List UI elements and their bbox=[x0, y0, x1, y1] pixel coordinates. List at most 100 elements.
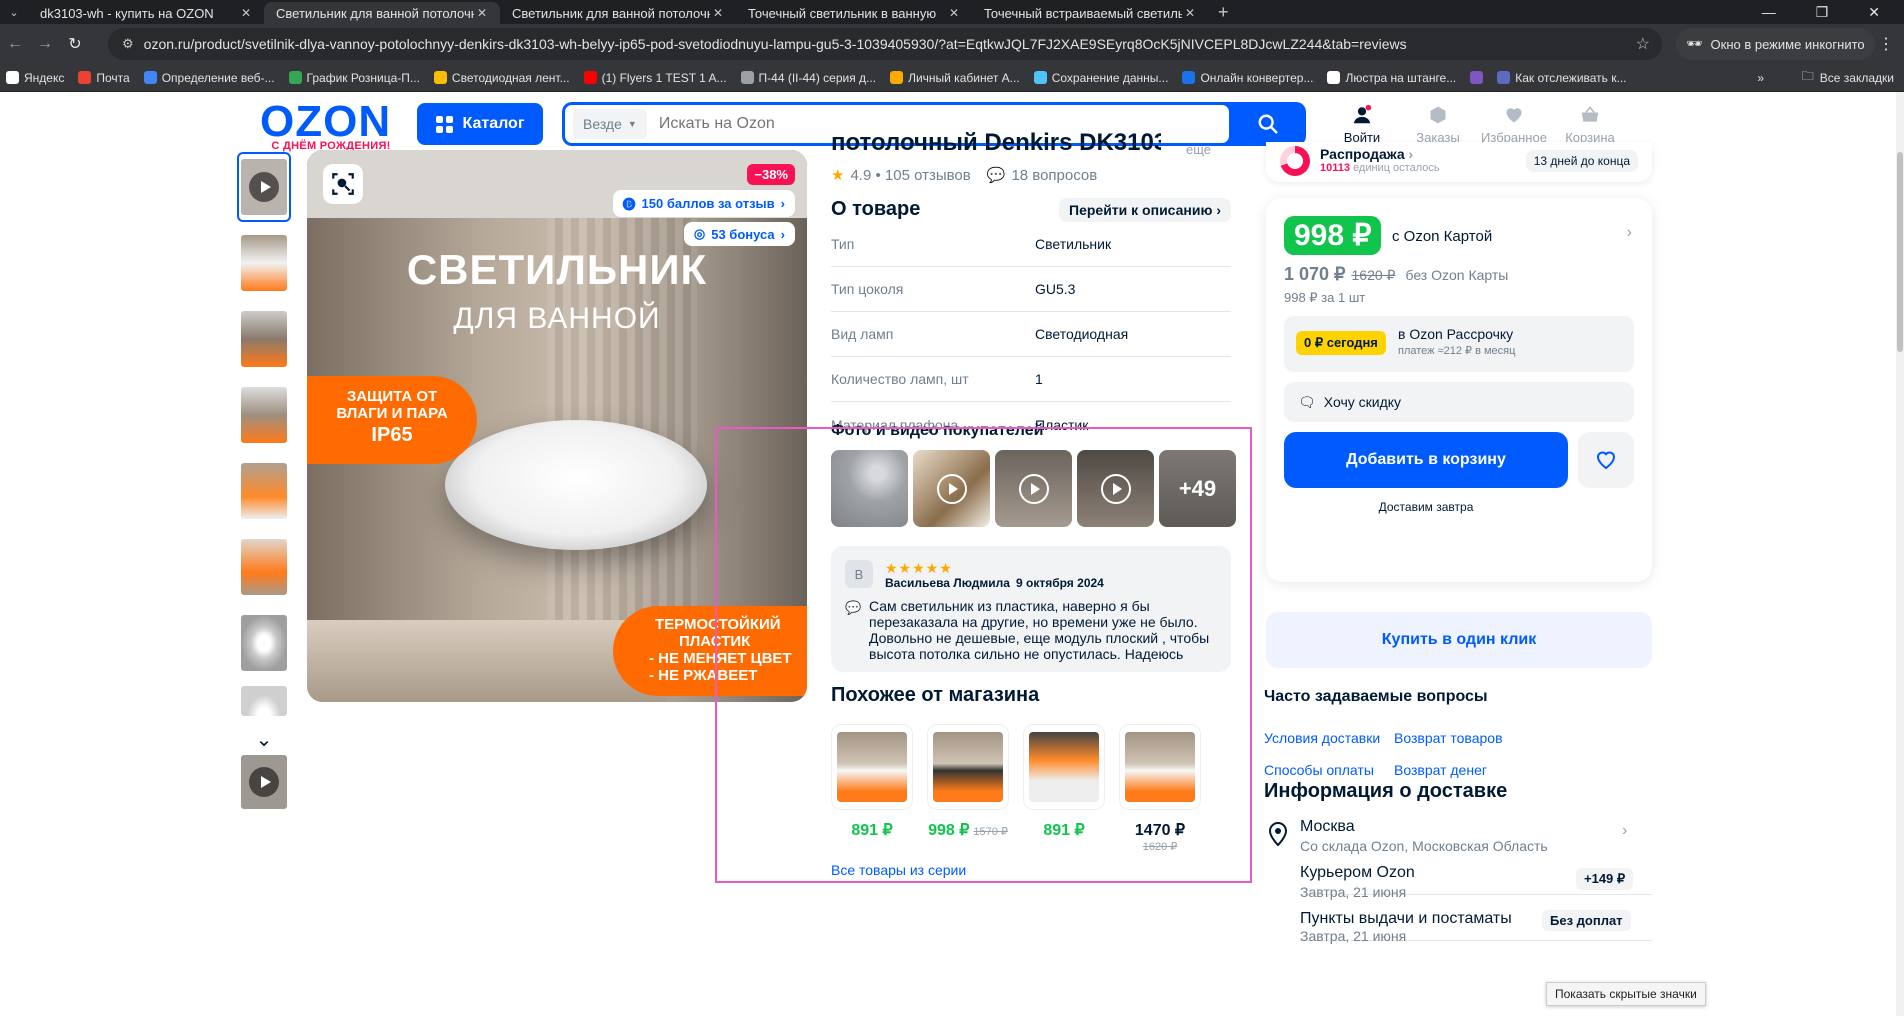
delivery-city[interactable]: Москва bbox=[1300, 818, 1355, 836]
sale-banner[interactable]: Распродажа › 10113 единиц осталось 13 дн… bbox=[1266, 142, 1652, 182]
page-scrollbar[interactable] bbox=[1896, 92, 1904, 1016]
thumbnail-video[interactable] bbox=[237, 754, 291, 810]
thumbnail-image[interactable] bbox=[237, 228, 291, 298]
similar-product-card[interactable]: 998 ₽1570 ₽ bbox=[927, 724, 1009, 853]
installment-block[interactable]: 0 ₽ сегодня в Ozon Рассрочку платеж ≈212… bbox=[1284, 316, 1634, 372]
bookmark-item[interactable]: Люстра на штанге... bbox=[1327, 71, 1456, 85]
close-tab-icon[interactable]: ✕ bbox=[474, 6, 490, 20]
faq-link-returns[interactable]: Возврат товаров bbox=[1394, 730, 1503, 746]
bookmark-item[interactable]: Онлайн конвертер... bbox=[1182, 71, 1313, 85]
tab-3[interactable]: Светильник для ванной потолочный ✕ bbox=[500, 2, 826, 250]
favorites-nav[interactable]: Избранное bbox=[1479, 104, 1549, 145]
thumbnail-image[interactable] bbox=[237, 304, 291, 374]
bookmark-item[interactable]: Светодиодная лент... bbox=[433, 71, 570, 85]
similar-products: 891 ₽ 998 ₽1570 ₽ 891 ₽ 1470 ₽ 1620 ₽ bbox=[831, 724, 1201, 853]
chevron-right-icon[interactable]: › bbox=[1627, 224, 1632, 242]
similar-product-card[interactable]: 891 ₽ bbox=[831, 724, 913, 853]
courier-option[interactable]: Курьером Ozon bbox=[1300, 864, 1415, 882]
customer-photo[interactable] bbox=[831, 450, 908, 527]
ozon-card-price[interactable]: 998 ₽ bbox=[1284, 216, 1382, 255]
customer-video[interactable] bbox=[995, 450, 1072, 527]
bookmark-item[interactable]: Определение веб-... bbox=[143, 71, 275, 85]
bonus-badge[interactable]: ◎ 53 бонуса › bbox=[683, 222, 795, 246]
close-tab-icon[interactable]: ✕ bbox=[238, 6, 254, 20]
bookmarks-overflow-icon[interactable]: » bbox=[1757, 71, 1764, 85]
forward-icon[interactable]: → bbox=[30, 35, 60, 53]
similar-product-card[interactable]: 891 ₽ bbox=[1023, 724, 1105, 853]
faq-link-delivery[interactable]: Условия доставки bbox=[1264, 730, 1380, 746]
search-button[interactable] bbox=[1230, 102, 1306, 146]
faq-link-payment[interactable]: Способы оплаты bbox=[1264, 762, 1374, 778]
faq-link-refund[interactable]: Возврат денег bbox=[1394, 762, 1487, 778]
bookmark-item[interactable]: Сохранение данны... bbox=[1033, 71, 1168, 85]
all-series-link[interactable]: Все товары из серии bbox=[831, 862, 966, 878]
thumbnail-image[interactable] bbox=[237, 456, 291, 526]
close-tab-icon[interactable]: ✕ bbox=[946, 6, 962, 20]
browser-menu-icon[interactable]: ⋮ bbox=[1878, 34, 1894, 54]
questions-count[interactable]: 18 вопросов bbox=[1011, 167, 1097, 184]
product-main-image[interactable]: СВЕТИЛЬНИК ДЛЯ ВАННОЙ ЗАЩИТА ОТ ВЛАГИ И … bbox=[307, 150, 807, 702]
ozon-logo[interactable]: OZON С ДНЁМ РОЖДЕНИЯ! bbox=[260, 100, 402, 153]
want-discount-button[interactable]: 🗨 Хочу скидку bbox=[1284, 382, 1634, 422]
thumbnail-strip: ⌄ bbox=[237, 152, 293, 816]
tab-search-icon[interactable]: ⌄ bbox=[0, 0, 28, 24]
close-tab-icon[interactable]: ✕ bbox=[710, 6, 726, 20]
thumbnail-video[interactable] bbox=[237, 152, 291, 222]
thumbnail-image[interactable] bbox=[237, 608, 291, 678]
tab-2[interactable]: Светильник для ванной потолочный ✕ bbox=[264, 2, 590, 250]
all-bookmarks[interactable]: 🗀 Все закладки bbox=[1802, 67, 1894, 88]
new-tab-icon[interactable]: + bbox=[1218, 2, 1229, 23]
more-photos[interactable]: +49 bbox=[1159, 450, 1236, 527]
add-favorite-button[interactable] bbox=[1578, 432, 1634, 488]
bookmark-item[interactable]: Как отслеживать к... bbox=[1497, 71, 1627, 85]
chevron-down-icon[interactable]: ⌄ bbox=[237, 724, 291, 754]
pickup-option[interactable]: Пункты выдачи и постаматы bbox=[1300, 910, 1512, 928]
bookmark-item[interactable]: График Розница-П... bbox=[288, 71, 420, 85]
thumbnail-image[interactable] bbox=[237, 380, 291, 450]
reload-icon[interactable]: ↻ bbox=[60, 34, 90, 54]
customer-video[interactable] bbox=[1077, 450, 1154, 527]
bookmark-star-icon[interactable]: ☆ bbox=[1636, 34, 1650, 54]
rating-row[interactable]: ★ 4.9 • 105 отзывов 💬 18 вопросов bbox=[831, 166, 1097, 185]
goto-description-button[interactable]: Перейти к описанию › bbox=[1059, 198, 1231, 222]
buy-one-click-button[interactable]: Купить в один клик bbox=[1266, 612, 1652, 668]
visual-search-icon[interactable] bbox=[323, 164, 363, 204]
bookmark-item[interactable]: Почта bbox=[78, 71, 130, 85]
thumbnail-image[interactable] bbox=[237, 532, 291, 602]
tab-4[interactable]: Точечный светильник в ванную ✕ bbox=[736, 2, 1062, 250]
minimize-icon[interactable]: — bbox=[1762, 4, 1776, 21]
tab-5[interactable]: Точечный встраиваемый светильник✕ bbox=[972, 2, 1298, 250]
bookmark-item[interactable]: Яндекс bbox=[6, 71, 64, 85]
cart-nav[interactable]: Корзина bbox=[1555, 104, 1625, 145]
catalog-button[interactable]: Каталог bbox=[417, 103, 543, 145]
incognito-indicator[interactable]: 🕶 Окно в режиме инкогнито bbox=[1676, 28, 1875, 60]
thumbnail-image[interactable] bbox=[237, 684, 291, 718]
bookmark-item[interactable]: (1) Flyers 1 TEST 1 A... bbox=[583, 71, 727, 85]
customer-video[interactable] bbox=[913, 450, 990, 527]
orders-nav[interactable]: Заказы bbox=[1403, 104, 1473, 145]
bookmark-item[interactable]: П-44 (II-44) серия д... bbox=[740, 71, 876, 85]
login-nav[interactable]: Войти bbox=[1327, 104, 1397, 145]
search-scope-select[interactable]: Везде ▼ bbox=[573, 109, 647, 139]
bookmark-item[interactable]: Личный кабинет А... bbox=[890, 71, 1020, 85]
chevron-right-icon[interactable]: › bbox=[1622, 822, 1627, 840]
bookmark-item[interactable] bbox=[1470, 71, 1484, 84]
add-to-cart-button[interactable]: Добавить в корзину bbox=[1284, 432, 1568, 488]
discount-badge: −38% bbox=[747, 164, 795, 185]
sale-count: 10113 bbox=[1320, 162, 1350, 174]
close-window-icon[interactable]: ✕ bbox=[1868, 4, 1880, 21]
review-card[interactable]: В ★★★★★ Васильева Людмила 9 октября 2024… bbox=[831, 546, 1231, 672]
play-icon bbox=[936, 473, 967, 504]
url-field[interactable]: ⚙ ozon.ru/product/svetilnik-dlya-vannoy-… bbox=[108, 28, 1662, 60]
tab-1[interactable]: dk3103-wh - купить на OZON ✕ bbox=[28, 2, 354, 250]
close-tab-icon[interactable]: ✕ bbox=[1182, 6, 1198, 20]
site-info-icon[interactable]: ⚙ bbox=[122, 36, 134, 52]
search-input[interactable] bbox=[658, 115, 1159, 133]
similar-product-card[interactable]: 1470 ₽ 1620 ₽ bbox=[1119, 724, 1201, 853]
review-points-badge[interactable]: 🅑 150 баллов за отзыв › bbox=[612, 190, 795, 217]
restore-icon[interactable]: ❐ bbox=[1816, 4, 1829, 21]
more-link[interactable]: еще bbox=[1186, 142, 1211, 157]
tab-strip: ⌄ dk3103-wh - купить на OZON ✕ Светильник… bbox=[0, 0, 1904, 250]
back-icon[interactable]: ← bbox=[0, 35, 30, 53]
bookmark-favicon-icon bbox=[890, 71, 904, 84]
